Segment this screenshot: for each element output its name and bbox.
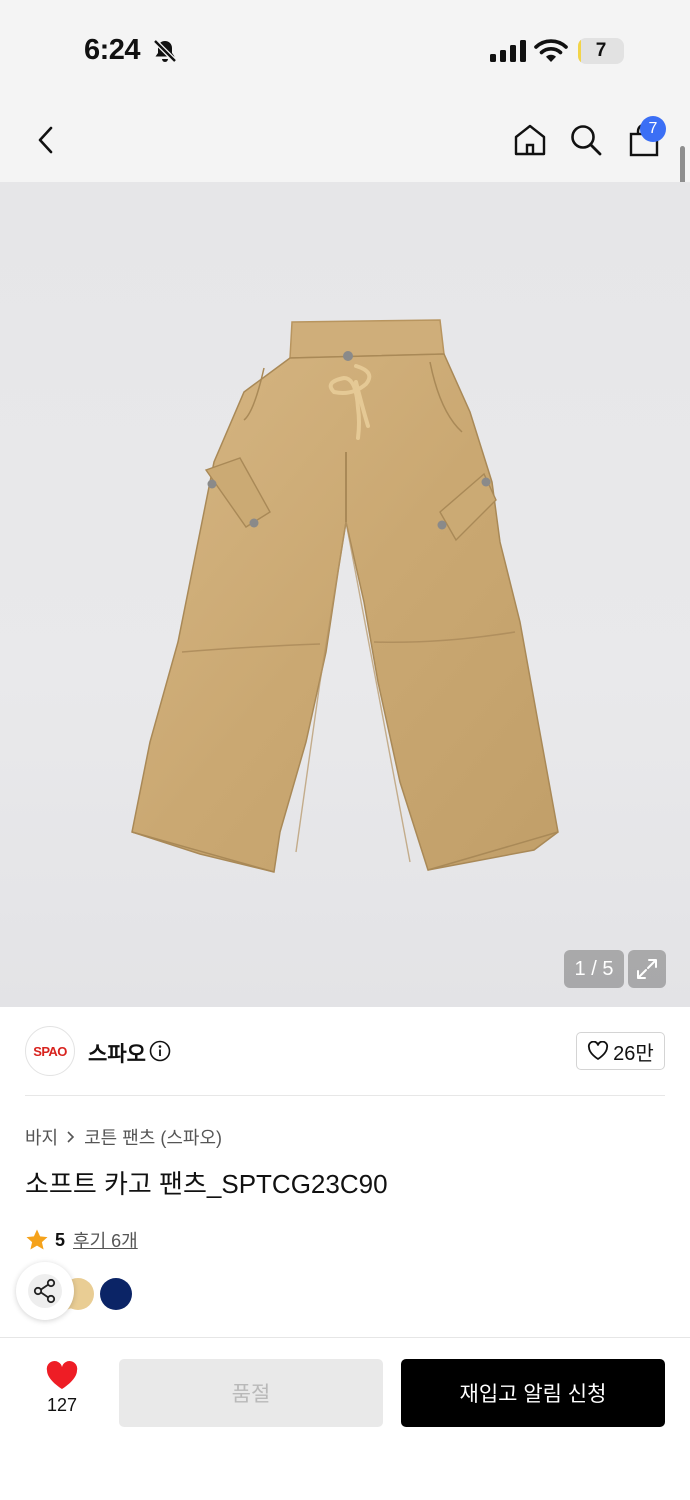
home-button[interactable] bbox=[510, 118, 550, 162]
breadcrumb: 바지 코튼 팬츠 (스파오) bbox=[25, 1124, 222, 1150]
share-icon-container bbox=[28, 1274, 62, 1308]
wishlist-button[interactable]: 127 bbox=[22, 1361, 102, 1416]
cart-count-badge: 7 bbox=[640, 116, 666, 142]
search-icon bbox=[571, 125, 602, 156]
wishlist-count: 127 bbox=[46, 1395, 78, 1415]
product-title: 소프트 카고 팬츠_SPTCG23C90 bbox=[25, 1169, 388, 1199]
image-counter: 1 / 5 bbox=[564, 950, 624, 988]
breadcrumb-item[interactable]: 바지 bbox=[25, 1124, 58, 1150]
bell-slash-icon bbox=[153, 39, 177, 63]
soldout-button[interactable]: 품절 bbox=[119, 1359, 383, 1427]
status-bar: 6:24 7 bbox=[0, 0, 690, 100]
search-button[interactable] bbox=[566, 118, 606, 162]
wifi-icon bbox=[534, 39, 568, 62]
heart-filled-icon bbox=[46, 1361, 78, 1389]
product-photo-cargo-pants bbox=[131, 319, 559, 873]
star-icon bbox=[26, 1229, 48, 1250]
signal-icon bbox=[490, 40, 526, 62]
brand-like-button[interactable]: 26만 bbox=[576, 1032, 665, 1070]
section-divider bbox=[25, 1095, 665, 1096]
reviews-link[interactable]: 후기 6개 bbox=[73, 1227, 138, 1253]
heart-outline-icon bbox=[588, 1041, 609, 1060]
back-button[interactable] bbox=[26, 118, 66, 162]
battery-icon: 7 bbox=[578, 38, 624, 64]
top-nav-bar bbox=[0, 100, 690, 182]
brand-like-count: 26만 bbox=[613, 1042, 654, 1065]
expand-icon bbox=[637, 959, 657, 979]
status-time: 6:24 bbox=[84, 34, 141, 66]
product-page: 6:24 7 7 1 / 5 SPAO 스파오 26만 바지 코튼 팬츠 (스파… bbox=[0, 0, 690, 1500]
brand-logo[interactable]: SPAO bbox=[25, 1026, 75, 1076]
battery-level: 7 bbox=[595, 40, 607, 61]
chevron-right-icon bbox=[67, 1131, 75, 1143]
chevron-left-icon bbox=[38, 126, 53, 154]
expand-image-button[interactable] bbox=[628, 950, 666, 988]
restock-alert-button[interactable]: 재입고 알림 신청 bbox=[401, 1359, 665, 1427]
rating-score: 5 bbox=[55, 1229, 66, 1250]
breadcrumb-item[interactable]: 코튼 팬츠 (스파오) bbox=[84, 1124, 222, 1150]
color-swatch[interactable] bbox=[100, 1278, 132, 1310]
rating-row: 5 후기 6개 bbox=[25, 1227, 138, 1253]
share-button[interactable] bbox=[16, 1262, 74, 1320]
brand-name[interactable]: 스파오 bbox=[88, 1038, 146, 1068]
product-image-carousel[interactable]: 1 / 5 bbox=[0, 182, 690, 1007]
share-icon bbox=[33, 1278, 56, 1304]
home-icon bbox=[514, 124, 546, 156]
info-icon[interactable] bbox=[149, 1040, 171, 1062]
